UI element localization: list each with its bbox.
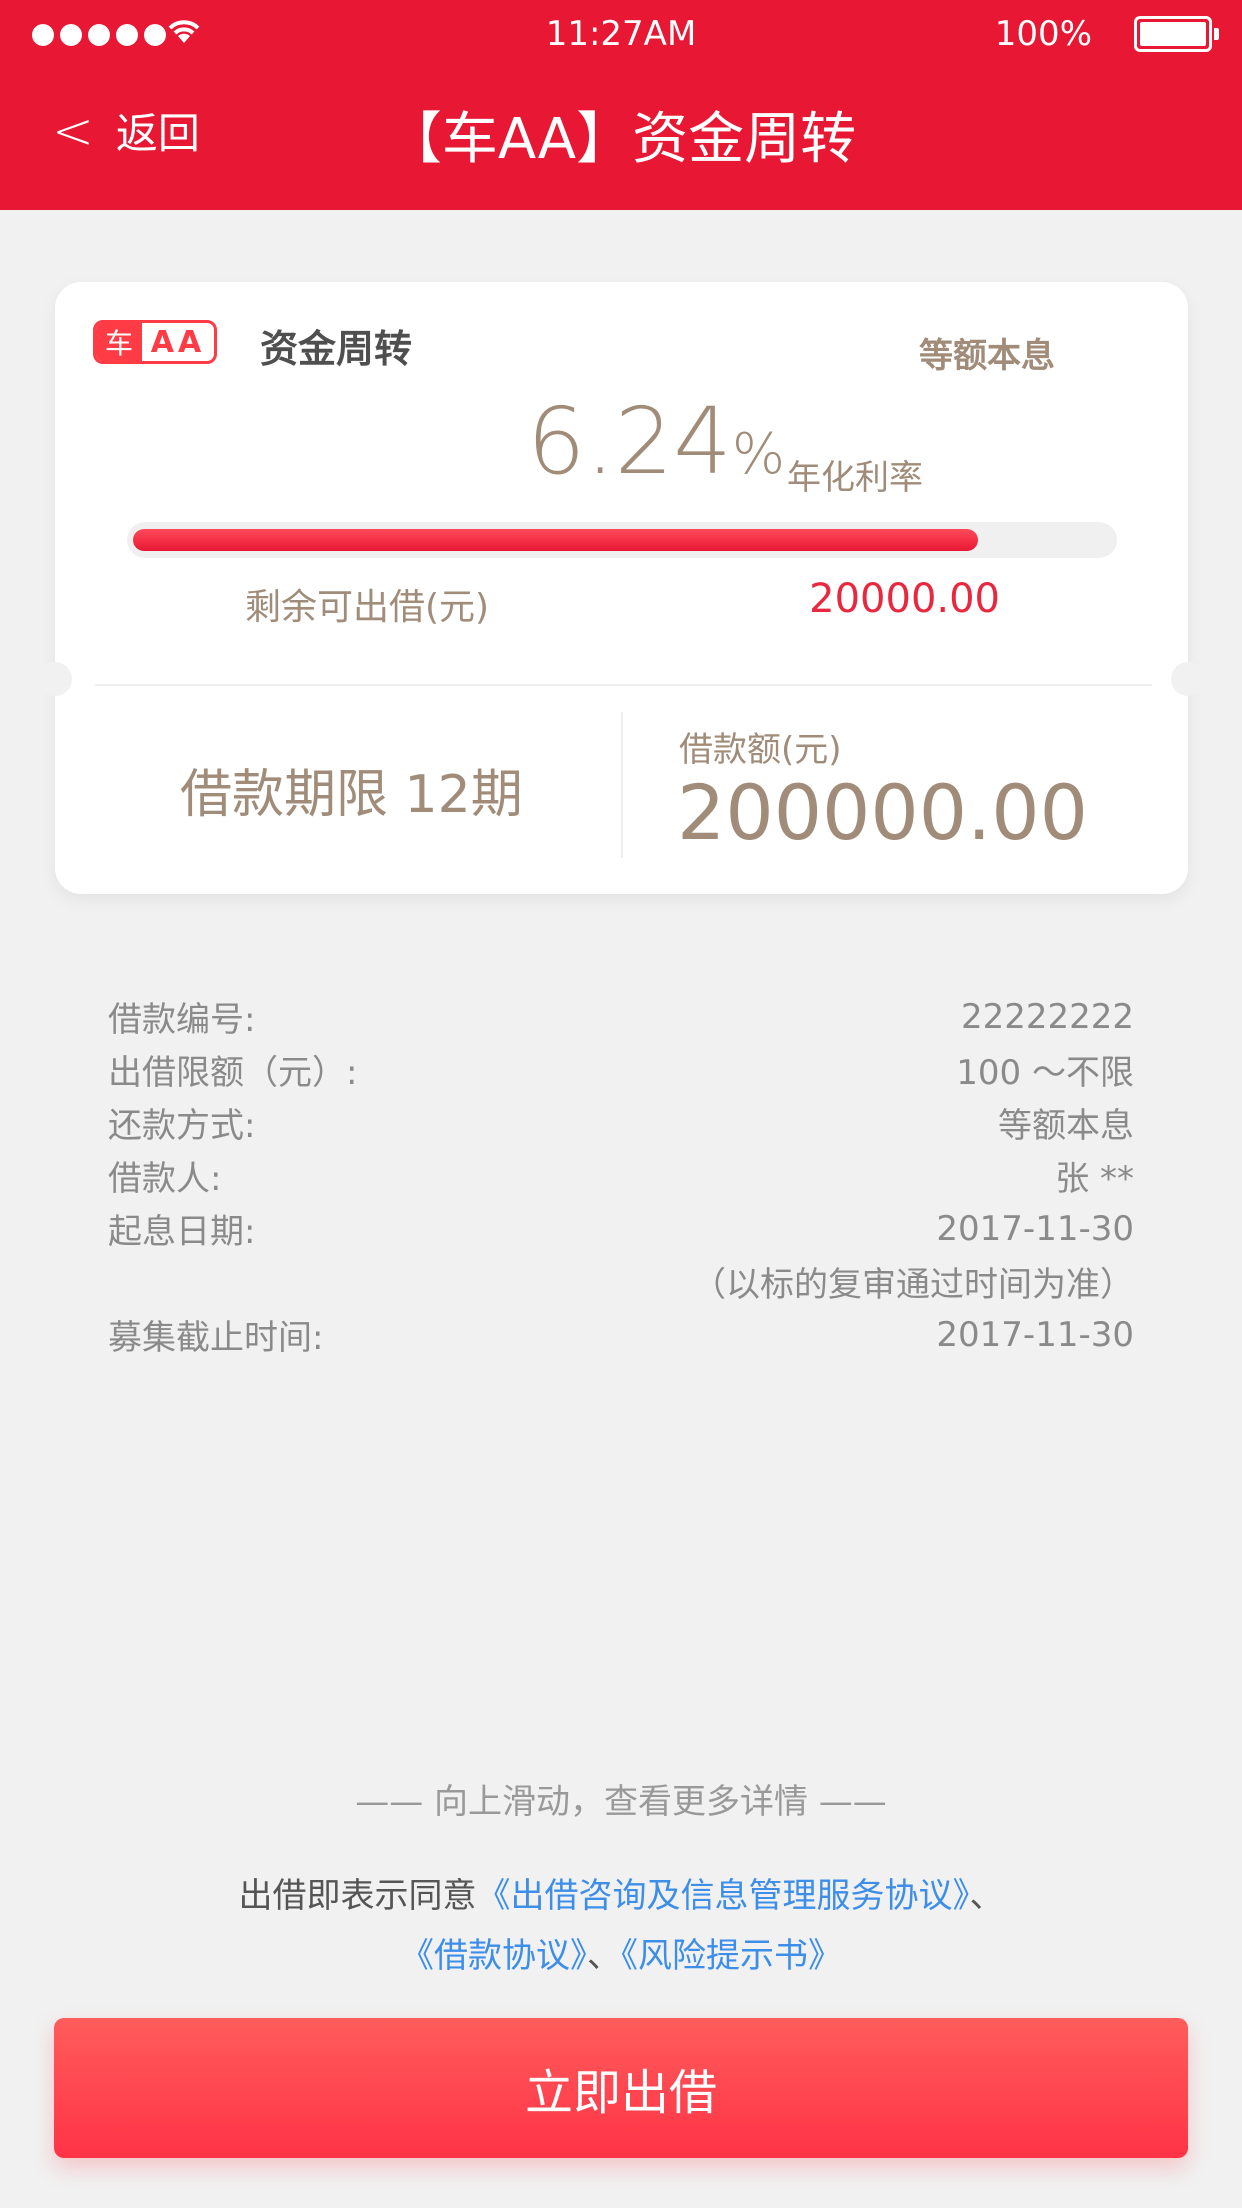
battery-icon xyxy=(1134,16,1219,52)
card-divider xyxy=(95,684,1152,686)
nav-bar: < 返回 【车AA】资金周转 xyxy=(0,100,1242,173)
loan-term: 借款期限 12期 xyxy=(180,765,523,825)
rate-value: 6.24 xyxy=(527,388,732,495)
detail-row: 借款编号: 22222222 xyxy=(108,990,1134,1043)
detail-label: 出借限额（元）: xyxy=(108,1053,358,1093)
risk-notice-link[interactable]: 《风险提示书》 xyxy=(621,1936,842,1976)
detail-row: 还款方式: 等额本息 xyxy=(108,1096,1134,1149)
detail-row: （以标的复审通过时间为准） xyxy=(108,1255,1134,1308)
remain-label: 剩余可出借(元) xyxy=(245,587,490,628)
amount-value: 200000.00 xyxy=(677,768,1088,857)
agreement-prefix: 出借即表示同意 xyxy=(238,1876,477,1916)
detail-row: 募集截止时间: 2017-11-30 xyxy=(108,1308,1134,1361)
agreement-separator: 、 xyxy=(587,1936,621,1976)
page-title: 【车AA】资金周转 xyxy=(385,107,857,172)
repay-method: 等额本息 xyxy=(919,336,1055,376)
detail-label: 起息日期: xyxy=(108,1212,256,1252)
progress-bar xyxy=(127,522,1117,558)
scroll-hint: —— 向上滑动，查看更多详情 —— xyxy=(355,1782,887,1822)
detail-value: 等额本息 xyxy=(998,1106,1134,1146)
rate-label: 年化利率 xyxy=(787,458,923,498)
brand-badge: 车 AA xyxy=(93,320,217,364)
product-name: 资金周转 xyxy=(260,327,413,371)
detail-value: 2017-11-30 xyxy=(936,1314,1134,1355)
detail-label: 募集截止时间: xyxy=(108,1318,324,1358)
loan-agreement-link[interactable]: 《借款协议》 xyxy=(400,1936,587,1976)
detail-value: 100 ～不限 xyxy=(956,1053,1134,1093)
status-bar: 11:27AM 100% xyxy=(0,12,1242,58)
annual-rate: 6.24% xyxy=(527,388,785,495)
detail-label: 还款方式: xyxy=(108,1106,256,1146)
invest-now-button[interactable]: 立即出借 xyxy=(54,2018,1188,2158)
progress-fill xyxy=(133,529,979,551)
detail-value: （以标的复审通过时间为准） xyxy=(692,1265,1134,1305)
detail-value: 2017-11-30 xyxy=(936,1208,1134,1249)
agreement-separator: 、 xyxy=(969,1876,1004,1916)
detail-row: 出借限额（元）: 100 ～不限 xyxy=(108,1043,1134,1096)
rate-unit: % xyxy=(731,422,786,487)
loan-card: 车 AA 资金周转 等额本息 6.24% 年化利率 剩余可出借(元) 20000… xyxy=(38,282,1205,894)
detail-label: 借款人: xyxy=(108,1159,222,1199)
detail-list: 借款编号: 22222222 出借限额（元）: 100 ～不限 还款方式: 等额本息 借款人… xyxy=(108,990,1134,1361)
card-vertical-divider xyxy=(621,712,623,858)
remain-value: 20000.00 xyxy=(809,576,1000,622)
detail-row: 借款人: 张 ** xyxy=(108,1149,1134,1202)
detail-label: 借款编号: xyxy=(108,1000,256,1040)
agreement-text: 出借即表示同意《出借咨询及信息管理服务协议》、 《借款协议》、《风险提示书》 xyxy=(0,1866,1242,1986)
card-notch-right xyxy=(1171,662,1205,696)
card-notch-left xyxy=(38,662,72,696)
brand-text: AA xyxy=(150,324,206,360)
battery-percent: 100% xyxy=(994,14,1092,54)
detail-row: 起息日期: 2017-11-30 xyxy=(108,1202,1134,1255)
brand-char: 车 xyxy=(96,323,142,361)
detail-value: 22222222 xyxy=(960,996,1134,1037)
amount-label: 借款额(元) xyxy=(679,730,842,770)
detail-value: 张 ** xyxy=(1055,1159,1134,1199)
header: 11:27AM 100% < 返回 【车AA】资金周转 xyxy=(0,0,1242,210)
service-agreement-link[interactable]: 《出借咨询及信息管理服务协议》 xyxy=(477,1876,970,1916)
